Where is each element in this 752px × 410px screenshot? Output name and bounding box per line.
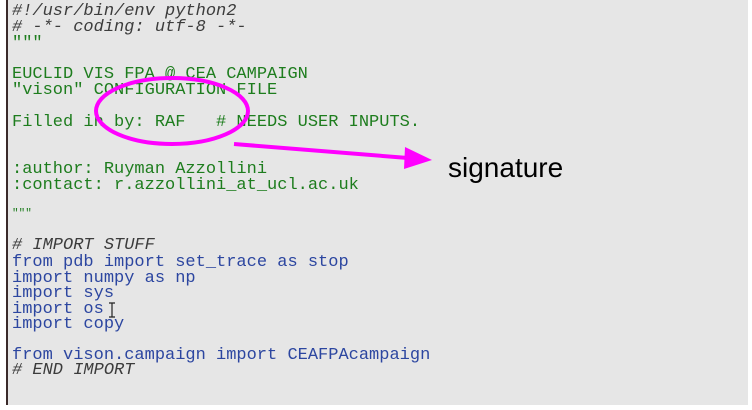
signature-annotation: [94, 76, 432, 169]
highlight-ellipse: [94, 76, 250, 146]
annotation-label: signature: [448, 152, 564, 183]
arrow-head-icon: [404, 147, 432, 169]
arrow-line: [233, 142, 409, 160]
